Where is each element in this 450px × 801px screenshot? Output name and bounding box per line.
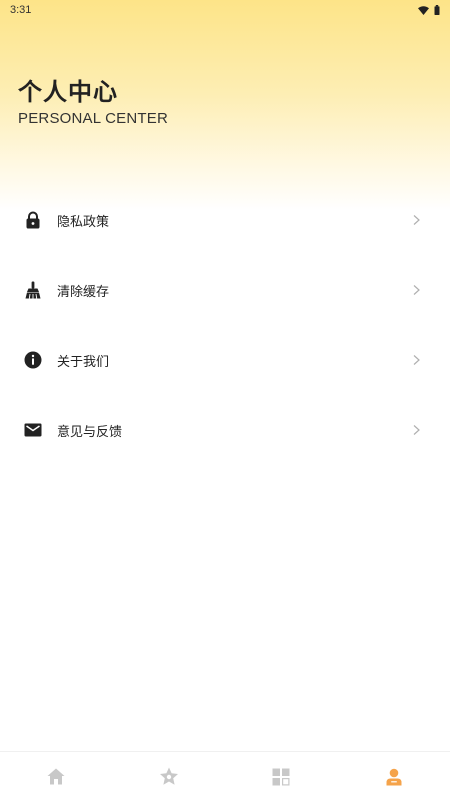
mail-icon: [22, 419, 44, 441]
chevron-right-icon: [413, 211, 420, 230]
page-subtitle: PERSONAL CENTER: [18, 110, 168, 127]
broom-icon: [22, 279, 44, 301]
chevron-right-icon: [413, 421, 420, 440]
tab-categories[interactable]: [225, 752, 338, 801]
status-bar: 3:31: [0, 0, 450, 20]
tab-profile[interactable]: [338, 752, 450, 801]
menu-item-label: 关于我们: [57, 351, 109, 370]
settings-menu: 隐私政策 清除缓存 关于我们: [0, 185, 450, 465]
star-icon: [159, 767, 179, 786]
menu-item-privacy-policy[interactable]: 隐私政策: [0, 185, 450, 255]
tab-favorites[interactable]: [113, 752, 226, 801]
page-title: 个人中心: [18, 72, 118, 107]
menu-item-about-us[interactable]: 关于我们: [0, 325, 450, 395]
wifi-icon: [418, 6, 429, 15]
home-icon: [47, 768, 65, 785]
battery-icon: [434, 5, 440, 15]
bottom-tab-bar: [0, 751, 450, 801]
tab-home[interactable]: [0, 752, 113, 801]
menu-item-feedback[interactable]: 意见与反馈: [0, 395, 450, 465]
chevron-right-icon: [413, 351, 420, 370]
menu-item-clear-cache[interactable]: 清除缓存: [0, 255, 450, 325]
lock-icon: [22, 209, 44, 231]
info-icon: [22, 349, 44, 371]
menu-item-label: 清除缓存: [57, 281, 109, 300]
chevron-right-icon: [413, 281, 420, 300]
menu-item-label: 意见与反馈: [57, 421, 122, 440]
status-icons: [418, 5, 440, 15]
status-time: 3:31: [10, 4, 31, 16]
menu-item-label: 隐私政策: [57, 211, 109, 230]
user-icon: [386, 768, 402, 786]
grid-icon: [272, 768, 290, 786]
